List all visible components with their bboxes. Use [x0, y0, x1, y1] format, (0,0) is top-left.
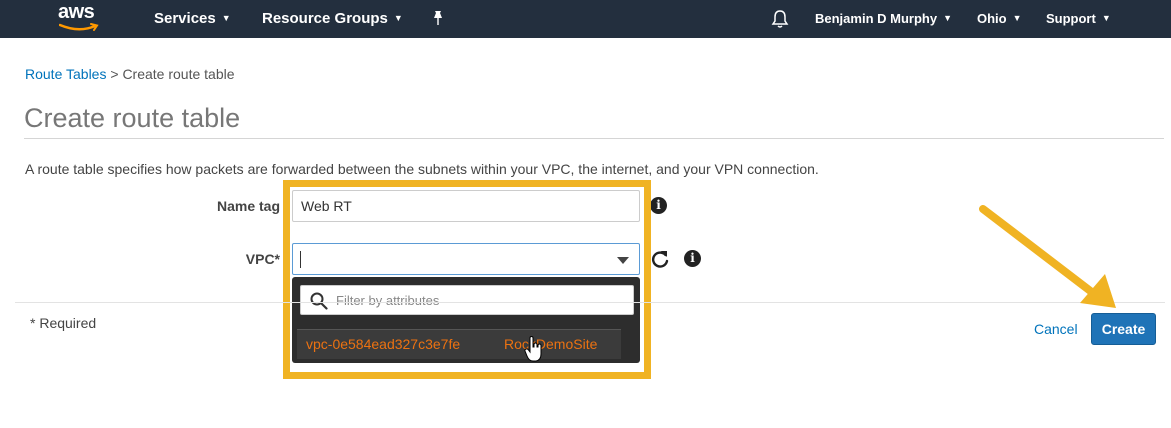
refresh-icon[interactable]	[650, 249, 670, 269]
title-divider	[24, 138, 1164, 139]
vpc-option-id: vpc-0e584ead327c3e7fe	[306, 336, 461, 352]
breadcrumb-separator: >	[106, 66, 123, 82]
pin-icon[interactable]	[430, 10, 446, 26]
chevron-down-icon: ▼	[221, 13, 231, 23]
chevron-down-icon: ▼	[1012, 13, 1022, 23]
name-tag-info-icon[interactable]: i	[650, 197, 667, 214]
page-title: Create route table	[24, 103, 241, 133]
search-icon	[310, 292, 328, 310]
breadcrumb-current: Create route table	[122, 66, 235, 82]
resource-groups-menu[interactable]: Resource Groups ▼	[262, 10, 403, 27]
caret-down-icon[interactable]	[617, 257, 629, 264]
page-description: A route table specifies how packets are …	[25, 161, 819, 177]
text-cursor	[300, 251, 301, 268]
breadcrumb: Route Tables > Create route table	[25, 66, 235, 82]
filter-input[interactable]	[336, 290, 626, 310]
services-menu[interactable]: Services ▼	[154, 10, 231, 27]
aws-smile-icon	[59, 23, 99, 31]
vpc-option-name: RockDemoSite	[504, 336, 598, 352]
hand-cursor-icon	[524, 336, 542, 362]
services-label: Services	[154, 10, 216, 27]
user-label: Benjamin D Murphy	[815, 11, 938, 26]
breadcrumb-route-tables-link[interactable]: Route Tables	[25, 66, 106, 82]
bell-icon[interactable]	[771, 9, 789, 29]
region-menu[interactable]: Ohio ▼	[977, 11, 1022, 26]
chevron-down-icon: ▼	[943, 13, 952, 23]
vpc-option[interactable]: vpc-0e584ead327c3e7fe RockDemoSite	[297, 329, 621, 359]
required-note: * Required	[30, 315, 97, 331]
vpc-label: VPC*	[245, 251, 280, 267]
footer-divider	[15, 302, 1165, 303]
support-menu[interactable]: Support ▼	[1046, 11, 1111, 26]
create-button[interactable]: Create	[1091, 313, 1156, 345]
user-menu[interactable]: Benjamin D Murphy ▼	[815, 11, 952, 26]
vpc-select[interactable]	[292, 243, 640, 275]
chevron-down-icon: ▼	[1101, 13, 1111, 23]
name-tag-input[interactable]	[292, 190, 640, 222]
support-label: Support	[1046, 11, 1096, 26]
name-tag-label: Name tag	[216, 198, 280, 214]
filter-box[interactable]	[300, 285, 634, 315]
chevron-down-icon: ▼	[393, 13, 403, 23]
cancel-link[interactable]: Cancel	[1034, 321, 1078, 337]
aws-logo[interactable]: aws	[58, 1, 102, 35]
top-nav-bar: aws Services ▼ Resource Groups ▼ Benjamin …	[0, 0, 1171, 38]
resource-groups-label: Resource Groups	[262, 10, 388, 27]
aws-logo-text: aws	[58, 1, 95, 23]
vpc-info-icon[interactable]: i	[684, 250, 701, 267]
region-label: Ohio	[977, 11, 1007, 26]
